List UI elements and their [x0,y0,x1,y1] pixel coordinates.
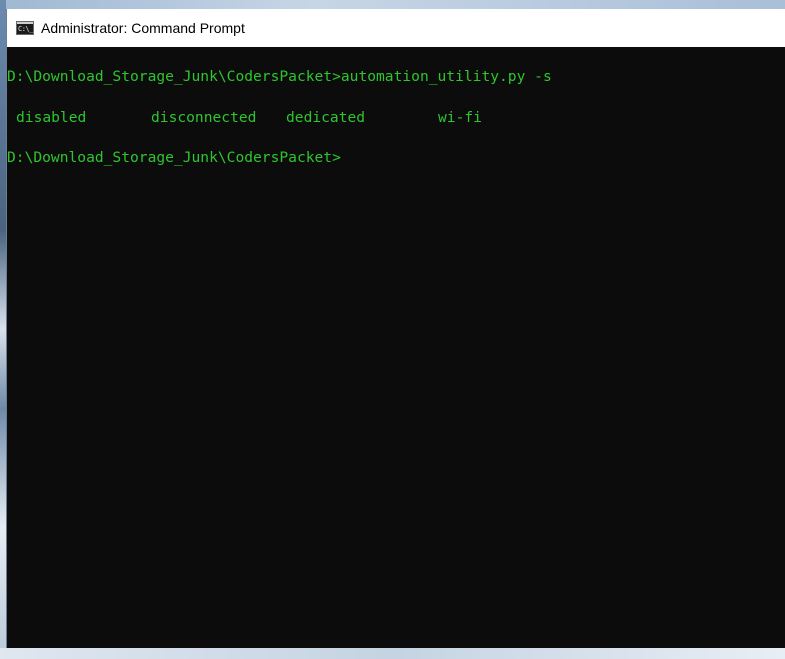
output-cell-interface-name: wi-fi [438,109,482,126]
prompt-path: D:\Download_Storage_Junk\CodersPacket> [7,68,341,85]
current-prompt-line[interactable]: D:\Download_Storage_Junk\CodersPacket> [7,148,341,168]
current-prompt: D:\Download_Storage_Junk\CodersPacket> [7,149,341,166]
command-line: D:\Download_Storage_Junk\CodersPacket>au… [7,67,552,87]
output-row: disabled disconnected dedicated wi-fi [7,108,482,128]
window-title: Administrator: Command Prompt [41,20,245,36]
output-cell-connect-state: disconnected [151,109,257,126]
entered-command: automation_utility.py -s [340,68,552,85]
command-prompt-window[interactable]: C:\_ Administrator: Command Prompt D:\Do… [6,9,785,648]
console-output[interactable]: D:\Download_Storage_Junk\CodersPacket>au… [7,47,785,648]
cmd-icon-glyph: C:\_ [18,25,33,33]
desktop-background-bottom [0,648,785,659]
output-cell-admin-state: disabled [16,109,87,126]
title-bar[interactable]: C:\_ Administrator: Command Prompt [7,9,785,47]
desktop-background-top [0,0,785,9]
cmd-icon[interactable]: C:\_ [16,21,34,35]
output-cell-type: dedicated [286,109,366,126]
